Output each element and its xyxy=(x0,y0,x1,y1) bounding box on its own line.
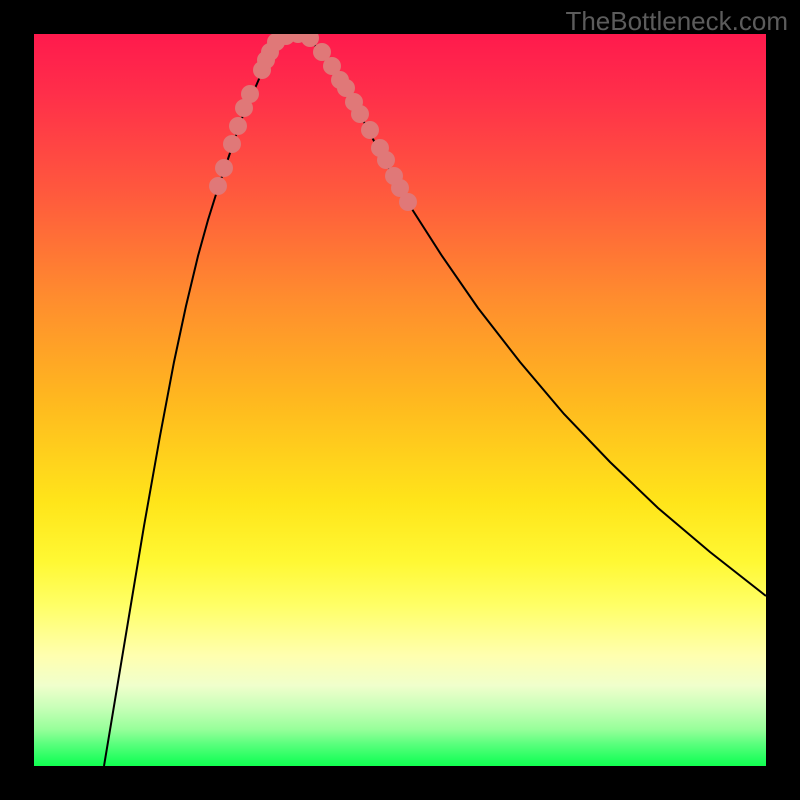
highlight-dot xyxy=(209,177,227,195)
highlight-dot xyxy=(377,151,395,169)
highlight-dot xyxy=(399,193,417,211)
series-left-branch xyxy=(104,48,274,766)
series-right-branch xyxy=(314,44,766,596)
app-frame: TheBottleneck.com xyxy=(0,0,800,800)
highlight-dot xyxy=(215,159,233,177)
chart-svg xyxy=(34,34,766,766)
highlight-dots-layer xyxy=(209,34,417,211)
highlight-dot xyxy=(361,121,379,139)
chart-plot-area xyxy=(34,34,766,766)
watermark-label: TheBottleneck.com xyxy=(565,6,788,37)
highlight-dot xyxy=(223,135,241,153)
highlight-dot xyxy=(241,85,259,103)
highlight-dot xyxy=(351,105,369,123)
highlight-dot xyxy=(229,117,247,135)
